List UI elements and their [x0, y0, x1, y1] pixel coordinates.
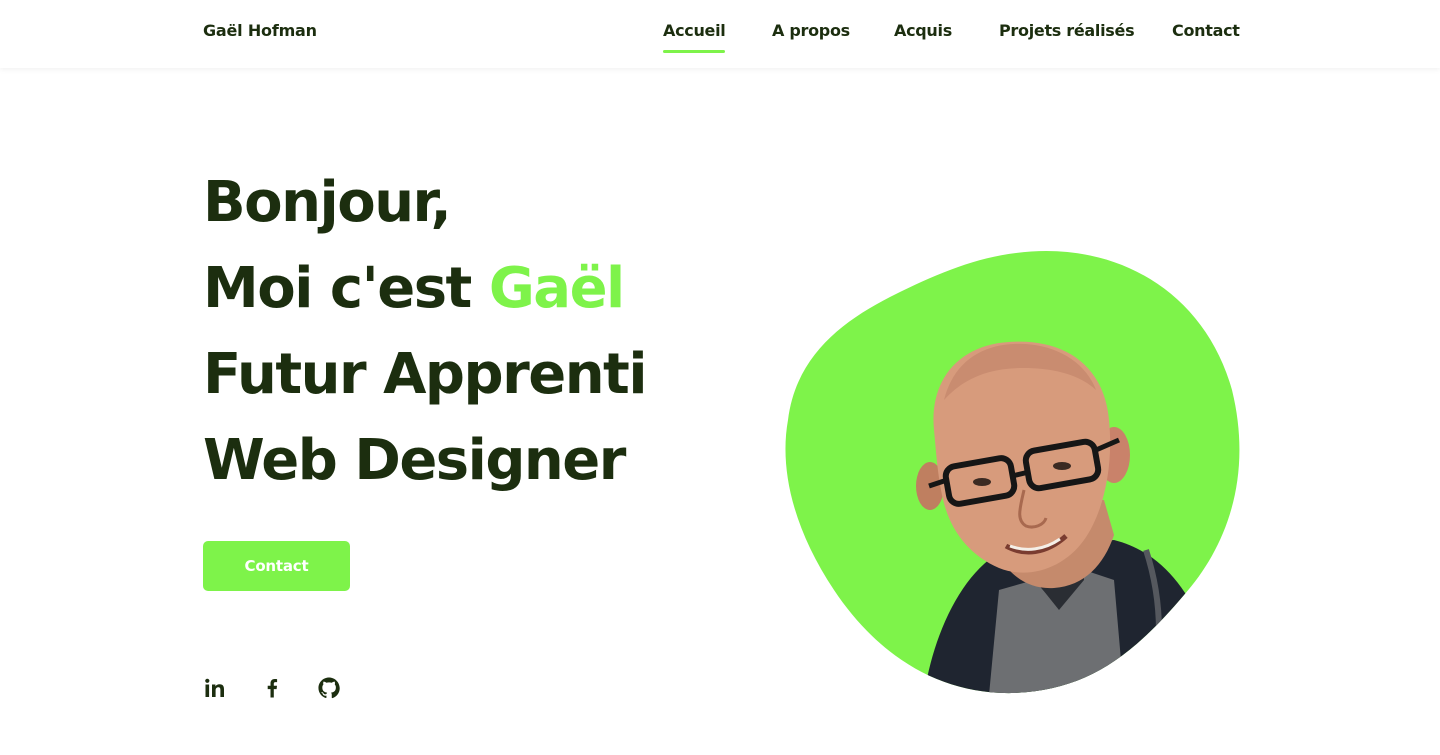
hero-role-line2: Web Designer — [203, 428, 626, 493]
nav-item-contact[interactable]: Contact — [1172, 21, 1240, 40]
hero-name: Gaël — [488, 256, 625, 321]
github-icon[interactable] — [317, 676, 341, 700]
hero-intro: Moi c'est Gaël — [203, 246, 723, 332]
nav-item-projets[interactable]: Projets réalisés — [999, 21, 1135, 40]
nav-item-acquis[interactable]: Acquis — [894, 21, 952, 40]
main-nav: Accueil A propos Acquis Projets réalisés… — [0, 0, 1440, 68]
linkedin-icon[interactable] — [203, 676, 227, 700]
site-header: Gaël Hofman Accueil A propos Acquis Proj… — [0, 0, 1440, 68]
hero-greeting: Bonjour, — [203, 170, 452, 235]
nav-item-accueil[interactable]: Accueil — [663, 21, 726, 53]
profile-photo — [784, 250, 1240, 695]
hero-heading: Bonjour, Moi c'est Gaël Futur Apprenti W… — [203, 160, 723, 504]
facebook-icon[interactable] — [260, 676, 284, 700]
nav-item-a-propos[interactable]: A propos — [772, 21, 850, 40]
contact-button[interactable]: Contact — [203, 541, 350, 591]
hero-role-line1: Futur Apprenti — [203, 342, 648, 407]
hero-intro-prefix: Moi c'est — [203, 256, 472, 321]
